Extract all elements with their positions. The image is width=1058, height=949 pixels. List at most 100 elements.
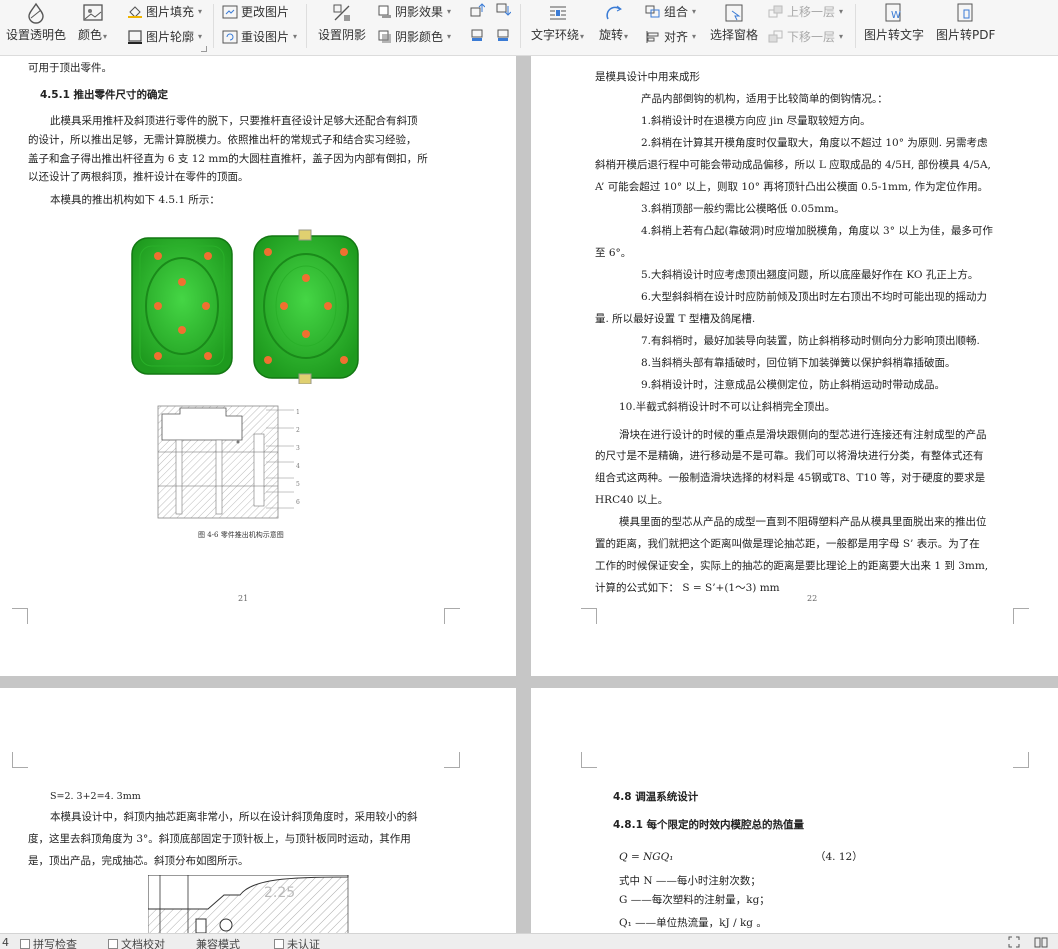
nudge-shadow-down-button[interactable] <box>495 2 511 18</box>
page-21: 可用于顶出零件。 4.5.1 推出零件尺寸的确定 此模具采用推杆及斜顶进行零件的… <box>0 56 516 676</box>
paragraph-line: 产品内部倒钩的机构，适用于比较简单的倒钩情况。： <box>641 93 888 105</box>
group-icon <box>645 5 660 17</box>
group-button[interactable]: 组合 ▾ <box>645 3 696 20</box>
paragraph-line: 2.斜梢在计算其开模角度时仅量取大，角度以不超过 10° 为原则. 另需考虑 <box>641 137 988 149</box>
paragraph-line: 工作的时候保证安全，实际上的抽芯的距离是要比理论上的距离要大出来 1 到 3mm… <box>595 560 989 572</box>
crop-mark <box>1013 608 1029 624</box>
ribbon-separator <box>306 4 307 48</box>
paragraph-line: 7.有斜梢时，最好加装导向装置，防止斜梢移动时侧向分力影响顶出顺畅. <box>641 335 980 347</box>
section-heading: 4.8 调温系统设计 <box>613 791 699 803</box>
selection-pane-label: 选择窗格 <box>710 28 759 42</box>
definition-line: Q₁ ——单位热流量，kJ / kg 。 <box>619 917 767 929</box>
droplet-icon <box>28 2 44 24</box>
document-proof-label: 文档校对 <box>121 938 165 949</box>
definition-line: 式中 N ——每小时注射次数； <box>619 875 761 887</box>
paragraph-line: 5.大斜梢设计时应考虑顶出翘度问题，所以底座最好作在 KO 孔正上方。 <box>641 269 979 281</box>
picture-tools-ribbon: 设置透明色 颜色▾ 图片填充▾ 图片轮廓▾ 更改图片 重设图片▾ 设置阴影 <box>0 0 1058 56</box>
document-proof-toggle[interactable]: 文档校对 <box>108 936 165 949</box>
shadow-color-button[interactable]: 阴影颜色 ▾ <box>378 28 451 45</box>
picture-outline-button[interactable]: 图片轮廓 ▾ <box>127 28 202 45</box>
change-picture-button[interactable]: 更改图片 <box>222 3 289 20</box>
drawing-label: 5 <box>296 481 300 488</box>
color-button[interactable]: 颜色▾ <box>78 2 107 43</box>
change-picture-label: 更改图片 <box>241 5 290 19</box>
ribbon-separator <box>213 4 214 48</box>
send-backward-label: 下移一层 <box>787 30 836 44</box>
send-backward-button[interactable]: 下移一层 ▾ <box>768 28 843 45</box>
nudge-shadow-left-button[interactable] <box>469 27 485 43</box>
shadow-color-label: 阴影颜色 <box>395 30 444 44</box>
align-button[interactable]: 对齐 ▾ <box>645 28 696 45</box>
bring-forward-button[interactable]: 上移一层 ▾ <box>768 3 843 20</box>
align-label: 对齐 <box>664 30 689 44</box>
paragraph-line: 组合式这两种。一般制造滑块选择的材料是 45钢或T8、T10 等，对于硬度的要求… <box>595 472 986 484</box>
selection-pane-button[interactable]: 选择窗格 <box>710 2 758 43</box>
page-number: 22 <box>807 594 818 603</box>
section-heading: 4.5.1 推出零件尺寸的确定 <box>40 89 169 101</box>
bring-forward-icon <box>768 5 783 17</box>
picture-fill-button[interactable]: 图片填充 ▾ <box>127 3 202 20</box>
fullscreen-button[interactable] <box>1008 936 1020 948</box>
auth-status-label: 未认证 <box>287 938 320 949</box>
paragraph-line: 以还设计了两根斜顶，推杆设计在零件的顶面。 <box>28 171 249 183</box>
paragraph-line: 量. 所以最好设置 T 型槽及鸽尾槽. <box>595 313 756 325</box>
shadow-effect-button[interactable]: 阴影效果 ▾ <box>378 3 451 20</box>
page-indicator[interactable]: 4 <box>2 936 9 949</box>
color-label: 颜色 <box>78 28 103 42</box>
set-shadow-button[interactable]: 设置阴影 <box>318 2 366 43</box>
drawing-label: 4 <box>296 463 300 470</box>
paragraph-line: 此模具采用推杆及斜顶进行零件的脱下，只要推杆直径设计足够大还配合有斜顶 <box>50 115 418 127</box>
shadow-up-icon <box>470 3 485 17</box>
paragraph-line: 3.斜梢顶部一般约需比公模略低 0.05mm。 <box>641 203 845 215</box>
paragraph-line: 至 6°。 <box>595 247 632 259</box>
crop-mark <box>12 752 28 768</box>
dialog-launcher-icon[interactable] <box>201 46 207 52</box>
nudge-shadow-right-button[interactable] <box>495 27 511 43</box>
ribbon-separator <box>520 4 521 48</box>
group-label: 组合 <box>664 5 689 19</box>
nudge-shadow-up-button[interactable] <box>469 2 485 18</box>
paragraph-line: 可用于顶出零件。 <box>28 62 112 74</box>
shadow-color-icon <box>378 30 391 43</box>
picture-color-icon <box>82 4 103 21</box>
selection-pane-icon <box>725 4 743 22</box>
paragraph-line: 斜梢开模后退行程中可能会带动成品偏移，所以 L 应取成品的 4/5H, 部份模具… <box>595 159 991 171</box>
compat-mode-indicator[interactable]: 兼容模式 <box>196 936 240 949</box>
auth-status[interactable]: 未认证 <box>274 936 320 949</box>
auth-icon <box>274 939 284 949</box>
text-wrap-icon <box>549 6 566 20</box>
book-icon <box>1034 937 1048 948</box>
change-picture-icon <box>222 5 238 18</box>
rotate-icon <box>605 5 622 20</box>
spell-check-toggle[interactable]: 拼写检查 <box>20 936 77 949</box>
text-wrap-button[interactable]: 文字环绕▾ <box>531 2 584 43</box>
reset-picture-icon <box>222 30 238 43</box>
paragraph-line: 度，这里去斜顶角度为 3°。斜顶底部固定于顶针板上，与顶针板同时运动，其作用 <box>28 833 411 845</box>
reading-mode-button[interactable] <box>1034 936 1048 948</box>
fill-bucket-icon <box>128 5 142 18</box>
page-22: 是模具设计中用来成形 产品内部倒钩的机构，适用于比较简单的倒钩情况。： 1.斜梢… <box>531 56 1058 676</box>
set-transparent-button[interactable]: 设置透明色 <box>6 2 66 43</box>
paragraph-line: 10.半截式斜梢设计时不可以让斜梢完全顶出。 <box>619 401 836 413</box>
document-canvas[interactable]: 可用于顶出零件。 4.5.1 推出零件尺寸的确定 此模具采用推杆及斜顶进行零件的… <box>0 56 1058 933</box>
fullscreen-icon <box>1008 936 1020 948</box>
wps-writer-window: 设置透明色 颜色▾ 图片填充▾ 图片轮廓▾ 更改图片 重设图片▾ 设置阴影 <box>0 0 1058 949</box>
picture-fill-label: 图片填充 <box>146 5 195 19</box>
drawing-label-list: 1 2 3 4 5 6 <box>296 404 300 512</box>
picture-to-pdf-icon <box>957 3 973 22</box>
reset-picture-label: 重设图片 <box>241 30 290 44</box>
proof-icon <box>108 939 118 949</box>
crop-mark <box>1013 752 1029 768</box>
crop-mark <box>581 752 597 768</box>
reset-picture-button[interactable]: 重设图片 ▾ <box>222 28 297 45</box>
picture-to-text-button[interactable]: W 图片转文字 <box>864 2 924 43</box>
subsection-heading: 4.8.1 每个限定的时效内模腔总的热值量 <box>613 819 805 831</box>
rotate-button[interactable]: 旋转▾ <box>599 2 628 43</box>
formula-line: 计算的公式如下： S = S’+(1～3) mm <box>595 582 780 594</box>
spell-check-icon <box>20 939 30 949</box>
paragraph-line: 6.大型斜斜梢在设计时应防前倾及顶出时左右顶出不均时可能出现的摇动力 <box>641 291 988 303</box>
picture-to-pdf-button[interactable]: 图片转PDF <box>936 2 995 43</box>
shadow-effect-icon <box>378 5 391 18</box>
drawing-label: 1 <box>296 409 300 416</box>
page-number: 21 <box>238 594 249 603</box>
